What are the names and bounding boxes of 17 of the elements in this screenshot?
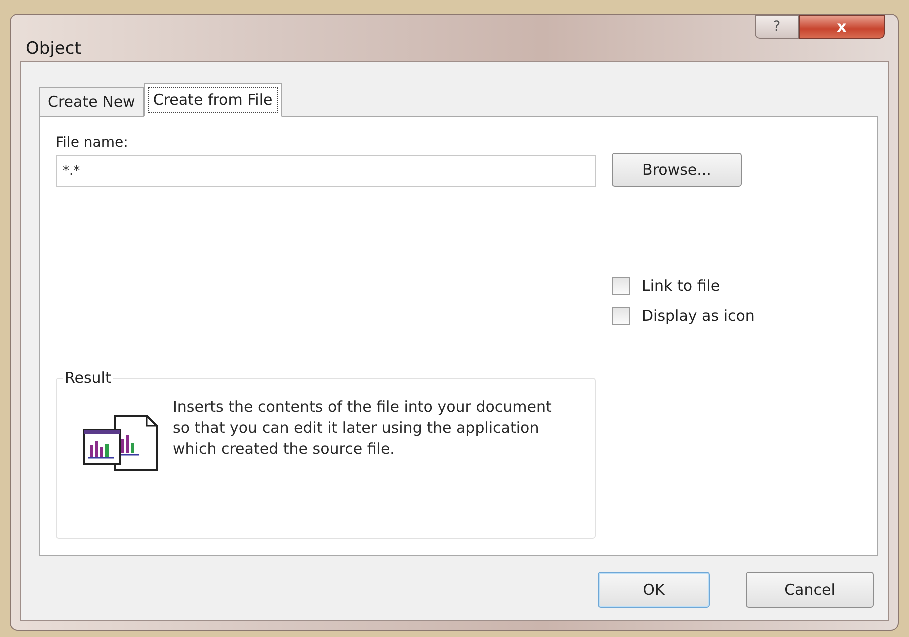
help-button[interactable]: ?	[755, 15, 799, 39]
cancel-button[interactable]: Cancel	[746, 572, 874, 608]
window-title: Object	[26, 39, 82, 59]
field-label: File name:	[56, 135, 130, 151]
tab[interactable]: Create from File	[144, 83, 282, 117]
group-title: Result	[64, 369, 112, 387]
checkbox[interactable]	[612, 307, 630, 325]
file-name-field[interactable]: *.*	[56, 155, 596, 187]
checkbox-label: Display as icon	[642, 307, 755, 325]
close-button[interactable]: x	[799, 15, 885, 39]
browse-button[interactable]: Browse...	[612, 153, 742, 187]
tab[interactable]: Create New	[39, 87, 144, 117]
checkbox[interactable]	[612, 277, 630, 295]
ok-button[interactable]: OK	[598, 572, 710, 608]
result-description: Inserts the contents of the file into your document so that you can edit it later using the application which created the source file.	[173, 397, 553, 460]
embedded-chart-document-icon	[83, 415, 159, 471]
checkbox-label: Link to file	[642, 277, 720, 295]
